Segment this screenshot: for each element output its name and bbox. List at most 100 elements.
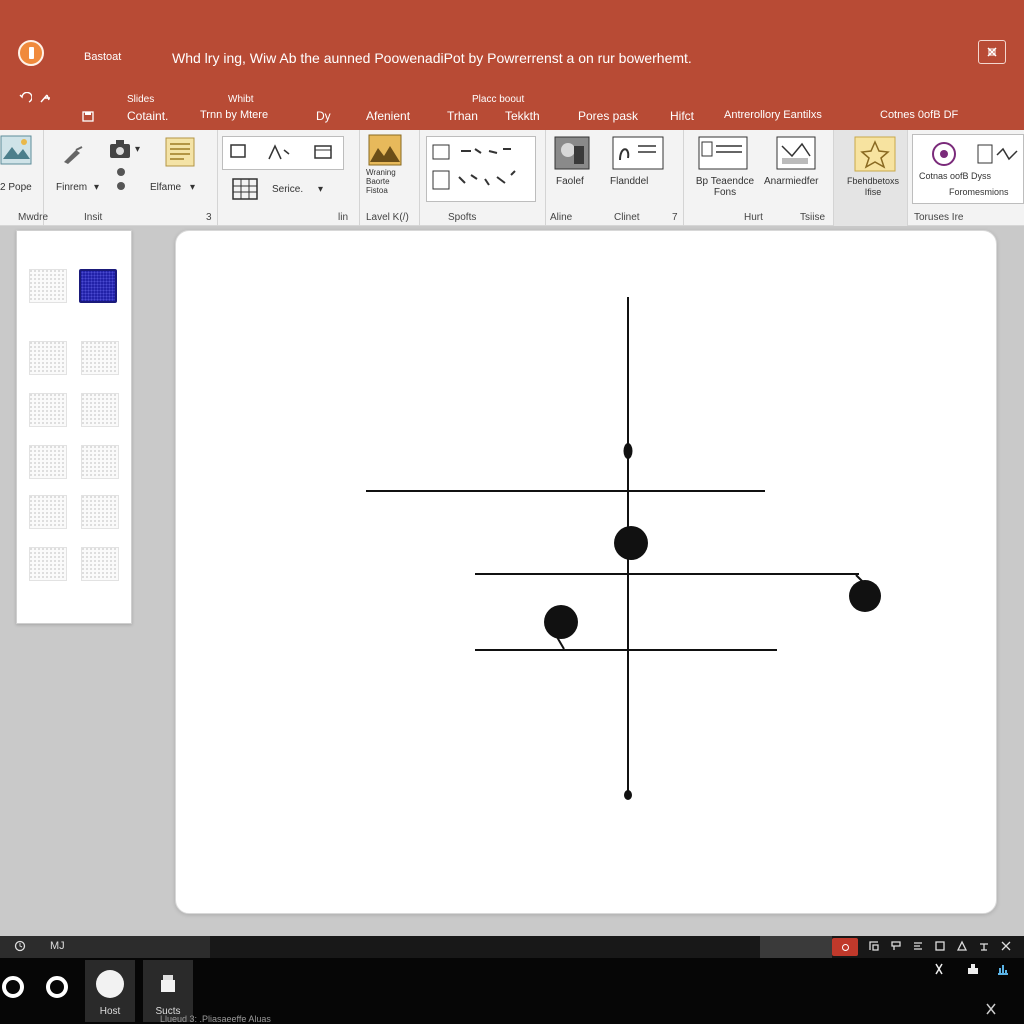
tab-afenient[interactable]: Afenient — [366, 109, 410, 123]
photo-icon[interactable] — [554, 136, 590, 170]
button-elfame[interactable]: Elfame — [150, 182, 181, 193]
group-corner-mark[interactable]: 3 — [206, 212, 212, 223]
button-finrem[interactable]: Finrem — [56, 182, 87, 193]
slide-thumbnail-selected[interactable] — [79, 269, 117, 303]
tab-antrerollory[interactable]: Antrerollory Eantilxs — [724, 109, 822, 121]
ribbon-group-mwdre: 2 Pope Mwdre — [0, 130, 48, 226]
tab-group-placc: Placc boout — [472, 94, 525, 105]
dot-right[interactable] — [849, 580, 881, 612]
smartart-icon[interactable] — [431, 141, 531, 199]
clipboard-icon[interactable] — [164, 134, 196, 168]
status-bar: MJ — [0, 936, 1024, 958]
button-wraning[interactable]: Wraning Baorte Fistoa — [366, 168, 408, 195]
tray-icon[interactable] — [932, 962, 946, 976]
button-fbehdbetoxs[interactable]: Fbehdbetoxs Ifise — [842, 176, 904, 198]
group-label-clinet: Clinet — [614, 212, 640, 223]
slide-thumbnail[interactable] — [81, 341, 119, 375]
button-anarmiedfer[interactable]: Anarmiedfer — [764, 176, 818, 187]
tool-icon[interactable] — [114, 166, 128, 192]
star-icon[interactable] — [854, 136, 896, 172]
slide-thumbnail[interactable] — [81, 445, 119, 479]
dropdown-mark[interactable]: ▾ — [190, 182, 195, 193]
dot-center[interactable] — [614, 526, 648, 560]
dot-left[interactable] — [544, 605, 578, 639]
slide-thumbnail[interactable] — [29, 495, 67, 529]
tray-icon[interactable] — [966, 962, 980, 976]
slide-thumbnail[interactable] — [81, 495, 119, 529]
tab-group-slides: Slides — [127, 94, 155, 105]
dropdown-mark[interactable]: ▾ — [94, 182, 99, 193]
group-label-insit: Insit — [84, 212, 103, 223]
button-bp-teaendce[interactable]: Bp Teaendce Fons — [690, 176, 760, 198]
shapes-gallery[interactable] — [222, 136, 344, 170]
slide-thumbnail-pane[interactable] — [16, 230, 132, 624]
status-zoom-box[interactable] — [760, 936, 832, 958]
tab-cotnes[interactable]: Cotnes 0ofB DF — [880, 109, 958, 121]
document-icon[interactable] — [698, 136, 748, 170]
record-icon[interactable] — [832, 938, 858, 956]
shapes-icon[interactable] — [229, 142, 339, 164]
styles-gallery[interactable]: Cotnas oofB Dyss Foromesmions — [912, 134, 1024, 204]
button-cotnas[interactable]: Cotnas oofB Dyss — [919, 171, 991, 182]
document-title: Whd lry ing, Wiw Ab the aunned Poowenadi… — [172, 50, 692, 66]
tab-hifct[interactable]: Hifct — [670, 109, 694, 123]
button-faolef[interactable]: Faolef — [556, 176, 584, 187]
notification-icon[interactable] — [984, 1002, 998, 1016]
button-flanddel[interactable]: Flanddel — [610, 176, 648, 187]
slide-thumbnail[interactable] — [81, 547, 119, 581]
view-icon[interactable] — [978, 940, 992, 954]
app-name: Bastoat — [84, 51, 122, 63]
restore-icon[interactable] — [978, 40, 1006, 64]
diagram-icon[interactable] — [776, 136, 816, 170]
slide-thumbnail[interactable] — [29, 547, 67, 581]
slide-thumbnail[interactable] — [29, 269, 67, 303]
button-foromesmions[interactable]: Foromesmions — [949, 187, 1009, 198]
tab-trhan[interactable]: Trhan — [447, 109, 478, 123]
tab-pores-pask[interactable]: Pores pask — [578, 109, 638, 123]
slide-thumbnail[interactable] — [81, 393, 119, 427]
group-label-lavel: Lavel K(/) — [366, 212, 409, 223]
group-label-toruses: Toruses Ire — [914, 212, 964, 223]
app-cup-icon — [161, 975, 175, 992]
chart-icon[interactable] — [612, 136, 664, 170]
view-icon[interactable] — [1000, 940, 1014, 954]
tab-trnn[interactable]: Trnn by Mtere — [200, 109, 268, 121]
view-icon[interactable] — [956, 940, 970, 954]
group-corner-mark[interactable]: 7 — [672, 212, 678, 223]
save-icon[interactable] — [82, 110, 96, 124]
notes-icon[interactable] — [14, 940, 28, 954]
taskbar-app-sucts[interactable]: Sucts — [143, 960, 193, 1022]
pen-icon[interactable] — [62, 146, 86, 164]
tab-tekkth[interactable]: Tekkth — [505, 109, 540, 123]
image-icon[interactable] — [368, 134, 402, 166]
view-icon[interactable] — [890, 940, 904, 954]
search-icon[interactable] — [46, 976, 68, 998]
view-icon[interactable] — [868, 940, 882, 954]
smartart-gallery[interactable] — [426, 136, 536, 202]
button-2-pope[interactable]: 2 Pope — [0, 182, 32, 193]
tab-dy[interactable]: Dy — [316, 109, 331, 123]
undo-icon[interactable] — [18, 92, 32, 106]
view-icon[interactable] — [912, 940, 926, 954]
slide-canvas[interactable] — [175, 230, 997, 914]
camera-icon[interactable] — [108, 138, 132, 162]
slide-thumbnail[interactable] — [29, 445, 67, 479]
tab-cotaint[interactable]: Cotaint. — [127, 109, 168, 123]
group-label-hurt: Hurt — [744, 212, 763, 223]
slide-thumbnail[interactable] — [29, 393, 67, 427]
dropdown-mark[interactable]: ▾ — [135, 144, 140, 155]
timeline-icon[interactable] — [977, 141, 1021, 167]
slide-thumbnail[interactable] — [29, 341, 67, 375]
picture-icon[interactable] — [0, 135, 32, 165]
tray-icon[interactable] — [996, 962, 1010, 976]
circle-icon[interactable] — [931, 141, 957, 167]
taskbar-app-host[interactable]: Host — [85, 960, 135, 1022]
table-icon[interactable] — [232, 178, 258, 200]
ribbon-group-insit: ▾ Finrem ▾ Elfame ▾ Insit 3 — [44, 130, 218, 226]
button-serice[interactable]: Serice. — [272, 184, 303, 195]
dropdown-mark[interactable]: ▾ — [318, 184, 323, 195]
start-icon[interactable] — [2, 976, 24, 998]
view-icon[interactable] — [934, 940, 948, 954]
redo-icon[interactable] — [38, 92, 52, 106]
app-logo-icon[interactable] — [18, 40, 44, 66]
